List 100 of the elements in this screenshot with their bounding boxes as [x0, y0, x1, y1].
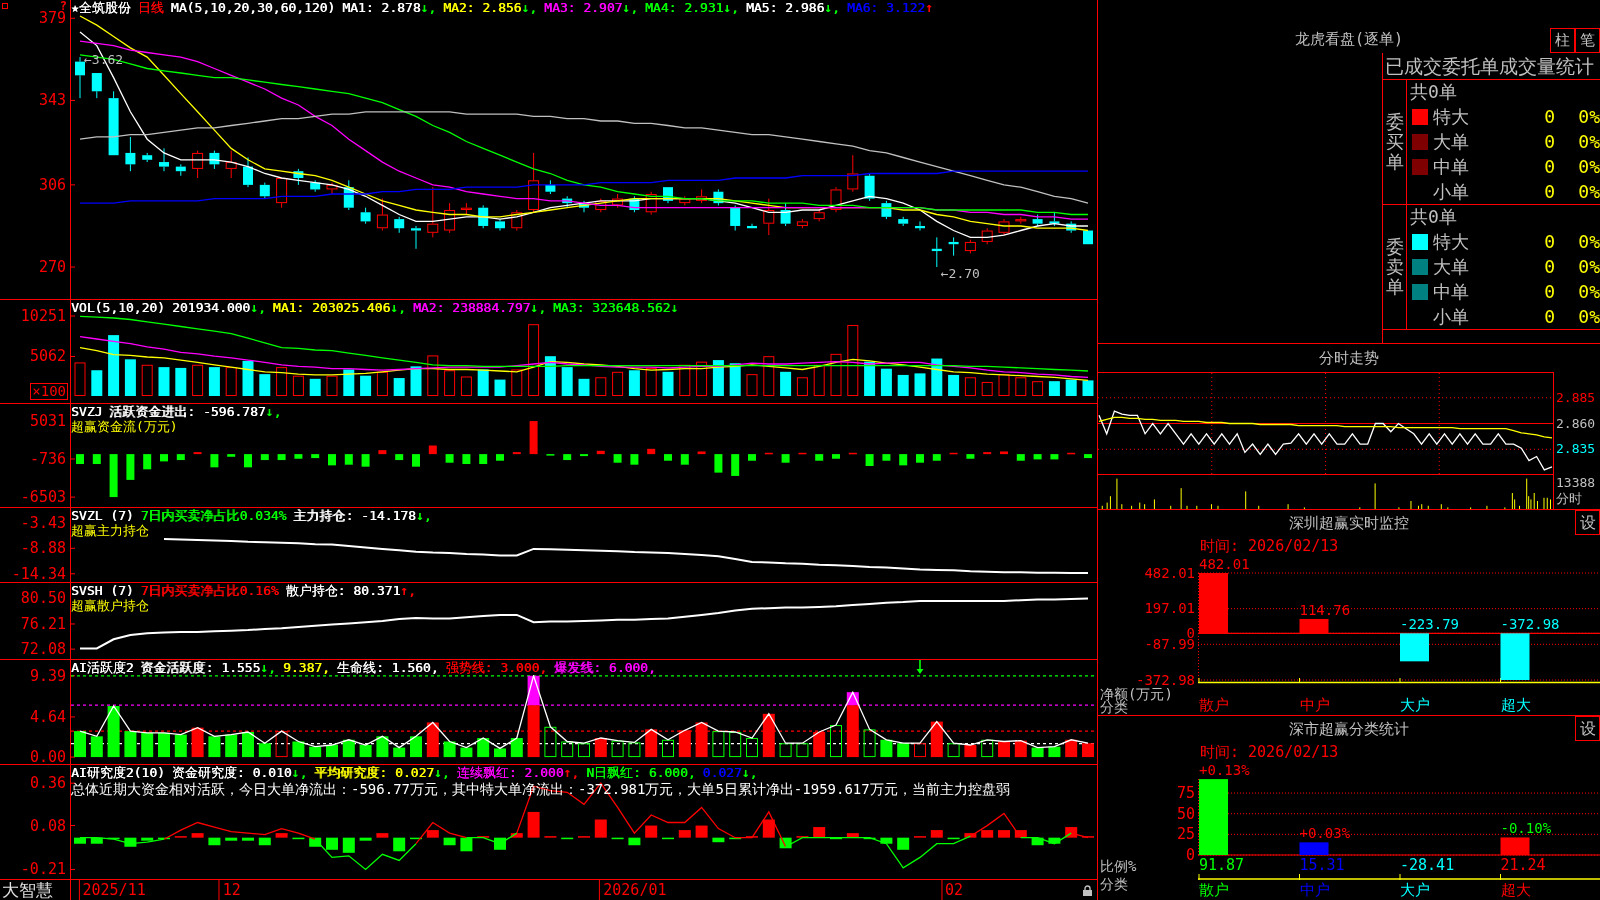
- help-mark[interactable]: ?: [59, 0, 67, 12]
- order-size-label: 特大: [1433, 232, 1470, 253]
- order-size-label: 大单: [1433, 257, 1470, 277]
- category-label: 超大: [1500, 881, 1531, 899]
- legend-text: 7日内买卖净占比0.034%: [140, 508, 287, 523]
- candlestick: [881, 200, 892, 220]
- candlestick: [964, 239, 976, 254]
- candlestick: [411, 225, 421, 250]
- legend-text: 7日内买卖净占比0.16%: [140, 583, 279, 598]
- order-count: 0: [1543, 132, 1555, 152]
- section-label: 委卖单: [1385, 237, 1404, 297]
- candlestick: [209, 150, 220, 170]
- candlestick: [293, 168, 304, 186]
- price-tick-label: 2.835: [1556, 442, 1596, 457]
- date-axis-label: 12: [218, 880, 244, 900]
- order-total: 共0单: [1410, 207, 1457, 228]
- legend-text: AI活跃度2: [71, 660, 134, 675]
- candlestick: [175, 163, 186, 177]
- candlestick: [830, 186, 842, 213]
- y-axis-title: 比例%: [1100, 857, 1138, 875]
- date-axis-label: 02: [941, 880, 967, 900]
- order-percent: 0%: [1577, 257, 1600, 277]
- timestamp: 时间: 2026/02/13: [1200, 742, 1339, 761]
- axis-tick-label: 0.08: [29, 818, 66, 833]
- settings-button[interactable]: 设: [1575, 716, 1600, 741]
- change-label: -0.10%: [1500, 821, 1552, 836]
- order-size-label: 小单: [1433, 181, 1470, 202]
- axis-tick-label: 0: [1186, 627, 1195, 639]
- indicator-subtitle: 超赢主力持仓: [71, 523, 149, 538]
- legend-text: 散户持仓: 80.371↑,: [285, 583, 416, 598]
- axis-tick-label: -8.88: [20, 541, 66, 556]
- axis-tick-label: -87.99: [1144, 638, 1195, 650]
- legend-text: 连续飘红: 2.000↑,: [456, 765, 580, 780]
- candlestick: [998, 218, 1010, 236]
- lock-icon: [1083, 885, 1092, 896]
- candlestick: [511, 209, 523, 232]
- panel-title: 深圳超赢实时监控: [1289, 513, 1409, 532]
- candlestick: [612, 193, 624, 209]
- bar-value-label: -223.79: [1400, 617, 1459, 632]
- axis-tick-label: -736: [29, 451, 66, 466]
- legend-text: SVZL (7): [71, 508, 134, 523]
- date-axis-label: 2025/11: [78, 880, 149, 900]
- order-count: 0: [1543, 306, 1555, 327]
- legend-text: 活跃资金进出: -596.787↓,: [109, 404, 282, 419]
- legend-text: 爆发线: 6.000,: [554, 660, 656, 675]
- legend-text: MA3: 2.907↓,: [544, 0, 638, 15]
- category-label: 大户: [1400, 696, 1430, 714]
- indicator-subtitle: 超赢资金流(万元): [71, 419, 178, 434]
- settings-button[interactable]: 设: [1575, 510, 1600, 535]
- axis-tick-label: 0.36: [29, 776, 66, 791]
- axis-tick-label: 306: [38, 177, 66, 192]
- change-label: +0.03%: [1299, 826, 1351, 841]
- legend-text: 资金活跃度: 1.555↓,: [140, 660, 276, 675]
- timestamp: 时间: 2026/02/13: [1200, 536, 1339, 555]
- bar-value-label: -372.98: [1500, 617, 1560, 632]
- view-toggle-button[interactable]: 笔: [1575, 28, 1600, 53]
- order-size-label: 特大: [1433, 107, 1470, 128]
- legend-text: MA4: 2.931↓,: [645, 0, 739, 15]
- candlestick: [1049, 211, 1060, 227]
- candlestick: [579, 200, 589, 213]
- y-axis-title: 净额(万元): [1100, 688, 1174, 701]
- legend-text: MA3: 323648.562↓: [553, 300, 679, 315]
- order-percent: 0%: [1577, 306, 1600, 327]
- candlestick: [1032, 214, 1043, 227]
- x-axis-title: 分类: [1100, 875, 1129, 893]
- legend-text: 201934.000↓,: [171, 300, 266, 315]
- brand-name: 大智慧: [2, 880, 53, 900]
- candlestick: [360, 207, 371, 225]
- candlestick: [326, 182, 338, 195]
- indicator-subtitle: 超赢散户持仓: [71, 598, 149, 613]
- candlestick: [915, 220, 925, 232]
- axis-tick-label: -6503: [20, 490, 66, 505]
- candlestick: [225, 150, 237, 179]
- unit-label: ×100: [30, 383, 68, 400]
- price-tick-label: 2.860: [1556, 416, 1596, 431]
- legend-text: N日飘红: 6.000,: [586, 765, 696, 780]
- legend-text: 资金研究度: 0.010↓,: [171, 765, 308, 780]
- bar-value-label: -28.41: [1400, 857, 1455, 874]
- candlestick: [142, 152, 153, 163]
- legend-text: MA5: 2.986↓,: [745, 0, 840, 15]
- axis-tick-label: 5062: [29, 349, 66, 364]
- legend-text: MA1: 203025.406↓,: [272, 300, 406, 315]
- order-percent: 0%: [1577, 107, 1600, 128]
- view-toggle-button[interactable]: 柱: [1550, 28, 1575, 53]
- axis-tick-label: 76.21: [20, 616, 66, 631]
- axis-tick-label: 25: [1176, 827, 1195, 842]
- candlestick: [747, 223, 757, 229]
- candlestick: [243, 157, 253, 188]
- axis-tick-label: 9.39: [29, 668, 66, 683]
- axis-tick-label: 270: [38, 260, 66, 275]
- candlestick: [730, 204, 741, 232]
- legend-text: MA6: 3.122↑: [846, 0, 933, 15]
- axis-tick-label: 343: [38, 93, 66, 108]
- candlestick: [763, 198, 775, 236]
- legend-text: MA2: 238884.797↓,: [412, 300, 546, 315]
- axis-tick-label: 80.50: [20, 590, 66, 605]
- order-size-label: 中单: [1433, 156, 1470, 177]
- candlestick: [125, 136, 136, 172]
- candlestick: [595, 198, 607, 213]
- bar-value-label: 21.24: [1500, 857, 1546, 874]
